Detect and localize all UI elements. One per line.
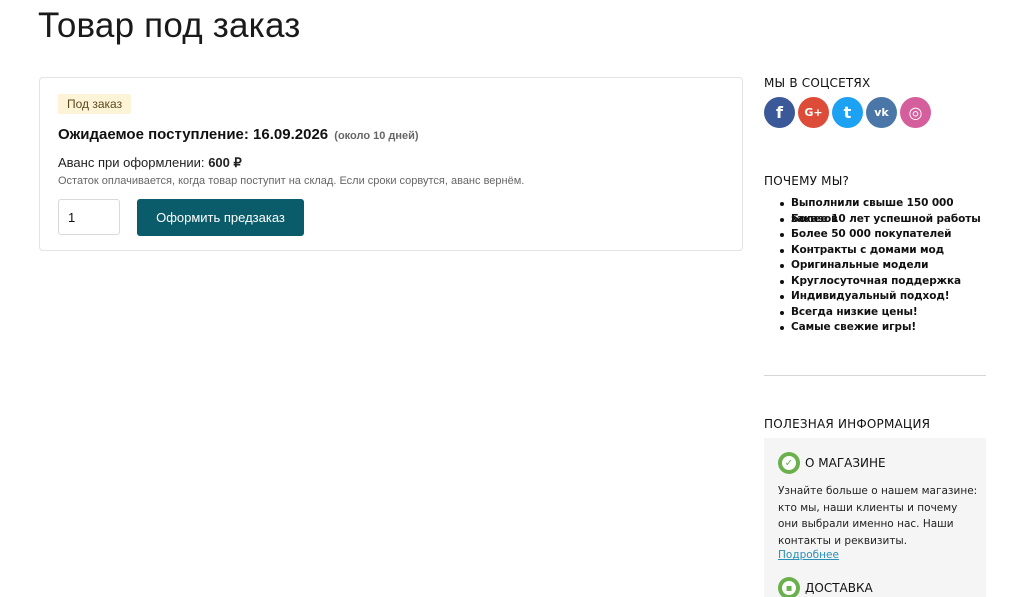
check-circle-icon: ✓ bbox=[778, 452, 800, 474]
why-us-item: Самые свежие игры! bbox=[764, 320, 986, 336]
truck-icon: ▪ bbox=[778, 577, 800, 597]
sidebar: МЫ В СОЦСЕТЯХ f G+ t vk ◎ ПОЧЕМУ МЫ? Выполни… bbox=[764, 0, 986, 597]
preorder-card: Под заказ Ожидаемое поступление: 16.09.2… bbox=[39, 77, 743, 251]
advance-payment: Аванс при оформлении: 600 ₽ bbox=[58, 155, 242, 171]
about-store-heading: ✓ О МАГАЗИНЕ bbox=[778, 452, 886, 474]
sidebar-divider bbox=[764, 375, 986, 376]
why-us-item: Круглосуточная поддержка bbox=[764, 274, 986, 290]
why-us-item: Индивидуальный подход! bbox=[764, 289, 986, 305]
why-us-item: Контракты с домами мод bbox=[764, 243, 986, 259]
vk-icon[interactable]: vk bbox=[866, 97, 897, 128]
useful-info-box: ✓ О МАГАЗИНЕ Узнайте больше о нашем мага… bbox=[764, 438, 986, 597]
expected-arrival-note: (около 10 дней) bbox=[334, 130, 419, 142]
remainder-note: Остаток оплачивается, когда товар поступ… bbox=[58, 175, 525, 187]
expected-arrival-date: Ожидаемое поступление: 16.09.2026 bbox=[58, 126, 329, 143]
google-plus-icon[interactable]: G+ bbox=[798, 97, 829, 128]
advance-value: 600 ₽ bbox=[208, 155, 242, 170]
expected-arrival: Ожидаемое поступление: 16.09.2026 (около… bbox=[58, 126, 419, 143]
instagram-icon[interactable]: ◎ bbox=[900, 97, 931, 128]
why-us-heading: ПОЧЕМУ МЫ? bbox=[764, 174, 850, 188]
delivery-heading: ▪ ДОСТАВКА bbox=[778, 577, 873, 597]
twitter-icon[interactable]: t bbox=[832, 97, 863, 128]
why-us-list: Выполнили свыше 150 000 заказов Более 10 … bbox=[764, 196, 986, 336]
about-store-link[interactable]: Подробнее bbox=[778, 549, 839, 561]
social-heading: МЫ В СОЦСЕТЯХ bbox=[764, 76, 871, 90]
page-title: Товар под заказ bbox=[38, 6, 301, 45]
why-us-item: Оригинальные модели bbox=[764, 258, 986, 274]
facebook-icon[interactable]: f bbox=[764, 97, 795, 128]
preorder-badge: Под заказ bbox=[58, 94, 132, 114]
why-us-item: Выполнили свыше 150 000 заказов bbox=[764, 196, 986, 225]
advance-label: Аванс при оформлении: bbox=[58, 155, 205, 170]
preorder-button[interactable]: Оформить предзаказ bbox=[137, 199, 304, 236]
why-us-item: Более 10 лет успешной работы bbox=[764, 212, 986, 228]
why-us-item: Более 50 000 покупателей bbox=[764, 227, 986, 243]
quantity-input[interactable] bbox=[58, 199, 120, 235]
about-store-text: Узнайте больше о нашем магазине: кто мы,… bbox=[778, 485, 978, 547]
why-us-item: Всегда низкие цены! bbox=[764, 305, 986, 321]
about-store-title: О МАГАЗИНЕ bbox=[805, 456, 886, 470]
social-links: f G+ t vk ◎ bbox=[764, 97, 931, 128]
useful-info-heading: ПОЛЕЗНАЯ ИНФОРМАЦИЯ bbox=[764, 417, 931, 431]
delivery-title: ДОСТАВКА bbox=[805, 581, 873, 595]
